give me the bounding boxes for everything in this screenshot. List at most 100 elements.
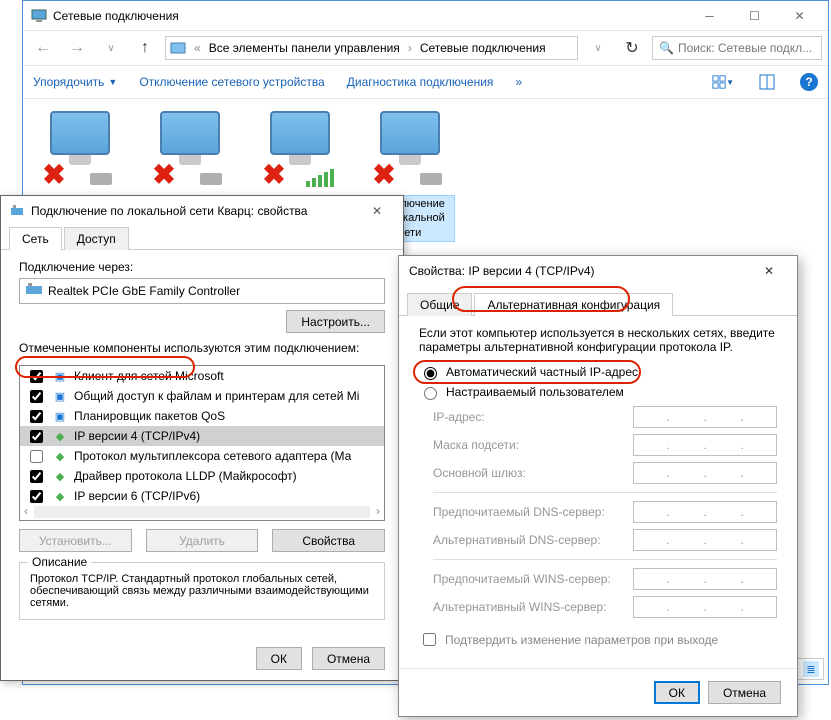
close-button[interactable]: ✕ [359, 199, 395, 223]
minimize-button[interactable]: ─ [687, 2, 732, 30]
connection-item[interactable]: ✖ [145, 111, 235, 195]
service-icon: ▣ [52, 409, 68, 423]
component-checkbox[interactable] [30, 390, 43, 403]
wins1-row: Предпочитаемый WINS-сервер:... [433, 568, 777, 590]
close-button[interactable]: ✕ [777, 2, 822, 30]
uninstall-button[interactable]: Удалить [146, 529, 259, 552]
title-bar: Сетевые подключения ─ ☐ ✕ [23, 1, 828, 31]
crumb-cp[interactable]: Все элементы панели управления [209, 41, 400, 55]
toolbar: Упорядочить▼ Отключение сетевого устройс… [23, 65, 828, 99]
component-row[interactable]: ◆Протокол мультиплексора сетевого адапте… [20, 446, 384, 466]
protocol-icon: ◆ [52, 449, 68, 463]
adapter-name: Realtek PCIe GbE Family Controller [48, 284, 240, 298]
description-legend: Описание [28, 555, 91, 569]
components-list[interactable]: ▣Клиент для сетей Microsoft ▣Общий досту… [19, 365, 385, 521]
view-mode-icon[interactable]: ▼ [712, 71, 734, 93]
crumb-sep: › [404, 41, 416, 55]
component-row[interactable]: ▣Клиент для сетей Microsoft [20, 366, 384, 386]
dialog-title-bar: Подключение по локальной сети Кварц: сво… [1, 196, 403, 226]
component-checkbox[interactable] [30, 450, 43, 463]
connection-item[interactable]: ✖ [255, 111, 345, 195]
component-row[interactable]: ◆IP версии 6 (TCP/IPv6) [20, 486, 384, 506]
search-placeholder: Поиск: Сетевые подкл... [678, 41, 812, 55]
dropdown-arrow[interactable]: ∨ [584, 35, 612, 61]
component-row[interactable]: ◆Драйвер протокола LLDP (Майкрософт) [20, 466, 384, 486]
search-input[interactable]: 🔍 Поиск: Сетевые подкл... [652, 36, 822, 60]
tab-network[interactable]: Сеть [9, 227, 62, 250]
component-checkbox[interactable] [30, 370, 43, 383]
crumb-nc[interactable]: Сетевые подключения [420, 41, 546, 55]
tab-strip: Общие Альтернативная конфигурация [399, 286, 797, 316]
scroll-right-icon[interactable]: › [376, 504, 380, 518]
cancel-button[interactable]: Отмена [312, 647, 385, 670]
connection-item[interactable]: ✖ [35, 111, 125, 195]
more-menu[interactable]: » [515, 75, 522, 89]
ok-button[interactable]: ОК [654, 681, 700, 704]
description-group: Описание Протокол TCP/IP. Стандартный пр… [19, 562, 385, 620]
subnet-mask-input[interactable]: ... [633, 434, 777, 456]
component-checkbox[interactable] [30, 470, 43, 483]
organize-button[interactable]: Упорядочить▼ [33, 75, 117, 89]
scroll-left-icon[interactable]: ‹ [24, 504, 28, 518]
tab-access[interactable]: Доступ [64, 227, 129, 250]
dns1-input[interactable]: ... [633, 501, 777, 523]
install-button[interactable]: Установить... [19, 529, 132, 552]
back-button[interactable]: ← [29, 35, 57, 61]
component-checkbox[interactable] [30, 410, 43, 423]
validate-checkbox[interactable] [423, 633, 436, 646]
protocol-icon: ◆ [52, 469, 68, 483]
radio-user-config[interactable]: Настраиваемый пользователем [419, 384, 777, 400]
scrollbar[interactable] [34, 506, 370, 518]
radio-auto-ip[interactable]: Автоматический частный IP-адрес [419, 364, 777, 380]
address-bar-row: ← → ∨ ↑ « Все элементы панели управления… [23, 31, 828, 65]
maximize-button[interactable]: ☐ [732, 2, 777, 30]
radio-input[interactable] [424, 387, 437, 400]
validate-checkbox-row[interactable]: Подтвердить изменение параметров при вых… [419, 630, 777, 649]
ipv4-properties-dialog: Свойства: IP версии 4 (TCP/IPv4) ✕ Общие… [398, 255, 798, 717]
tab-alternate-config[interactable]: Альтернативная конфигурация [474, 293, 673, 316]
diagnose-button[interactable]: Диагностика подключения [347, 75, 494, 89]
components-label: Отмеченные компоненты используются этим … [19, 341, 385, 355]
view-details-icon[interactable]: ≣ [803, 661, 819, 677]
disable-device-button[interactable]: Отключение сетевого устройства [139, 75, 324, 89]
recent-dropdown[interactable]: ∨ [97, 35, 125, 61]
gateway-input[interactable]: ... [633, 462, 777, 484]
wins1-input[interactable]: ... [633, 568, 777, 590]
dns1-row: Предпочитаемый DNS-сервер:... [433, 501, 777, 523]
dns2-row: Альтернативный DNS-сервер:... [433, 529, 777, 551]
dns2-input[interactable]: ... [633, 529, 777, 551]
component-checkbox[interactable] [30, 430, 43, 443]
configure-button[interactable]: Настроить... [286, 310, 385, 333]
ok-button[interactable]: ОК [256, 647, 302, 670]
component-checkbox[interactable] [30, 490, 43, 503]
details-pane-icon[interactable] [756, 71, 778, 93]
ip-address-row: IP-адрес:... [433, 406, 777, 428]
disabled-x-icon: ✖ [150, 161, 178, 189]
adapter-field[interactable]: Realtek PCIe GbE Family Controller [19, 278, 385, 304]
protocol-icon: ◆ [52, 429, 68, 443]
close-button[interactable]: ✕ [751, 259, 787, 283]
tab-general[interactable]: Общие [407, 293, 472, 316]
refresh-button[interactable]: ↻ [618, 35, 646, 61]
cancel-button[interactable]: Отмена [708, 681, 781, 704]
disabled-x-icon: ✖ [370, 161, 398, 189]
dialog-footer: ОК Отмена [399, 668, 797, 716]
plug-icon [200, 173, 222, 185]
help-icon[interactable]: ? [800, 73, 818, 91]
radio-input[interactable] [424, 367, 437, 380]
tab-strip: Сеть Доступ [1, 226, 403, 250]
dialog-title-bar: Свойства: IP версии 4 (TCP/IPv4) ✕ [399, 256, 797, 286]
component-row[interactable]: ▣Общий доступ к файлам и принтерам для с… [20, 386, 384, 406]
up-button[interactable]: ↑ [131, 35, 159, 61]
component-row-ipv4[interactable]: ◆IP версии 4 (TCP/IPv4) [20, 426, 384, 446]
component-row[interactable]: ▣Планировщик пакетов QoS [20, 406, 384, 426]
disabled-x-icon: ✖ [260, 161, 288, 189]
adapter-icon [26, 283, 42, 300]
wins2-row: Альтернативный WINS-сервер:... [433, 596, 777, 618]
wins2-input[interactable]: ... [633, 596, 777, 618]
properties-button[interactable]: Свойства [272, 529, 385, 552]
address-field[interactable]: « Все элементы панели управления › Сетев… [165, 36, 578, 60]
protocol-icon: ◆ [52, 489, 68, 503]
forward-button: → [63, 35, 91, 61]
ip-address-input[interactable]: ... [633, 406, 777, 428]
